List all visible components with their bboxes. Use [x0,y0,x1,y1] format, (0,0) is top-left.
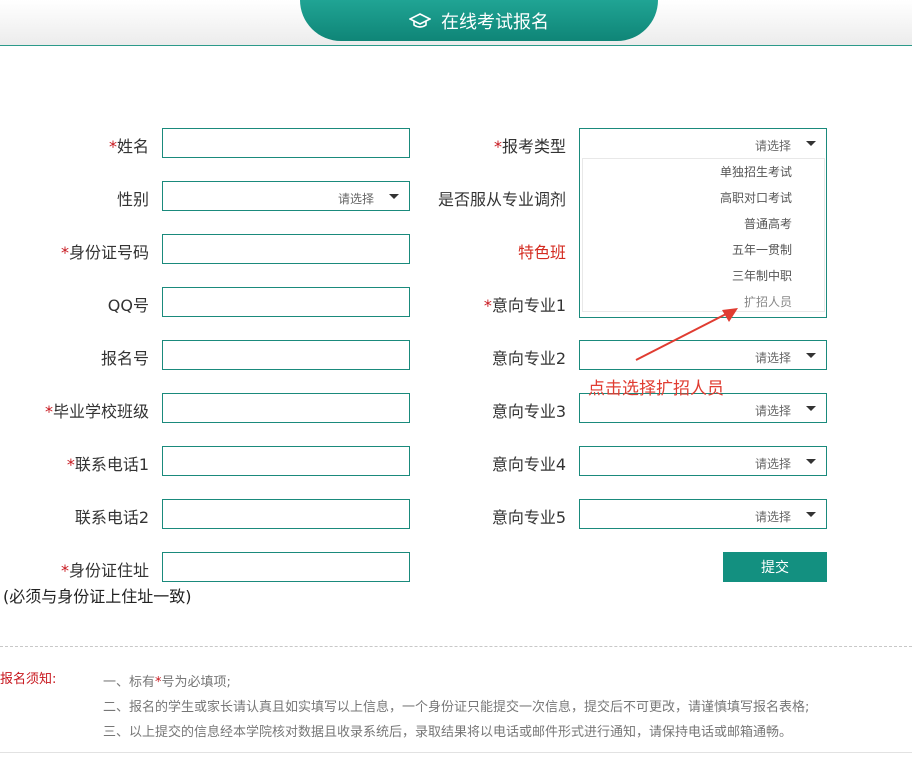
qq-input[interactable] [162,287,410,317]
divider [0,646,912,647]
exam-type-option[interactable]: 五年一贯制 [732,241,792,258]
chevron-down-icon [806,141,816,146]
address-input[interactable] [162,552,410,582]
major2-select-value: 请选择 [754,351,791,365]
gender-select-value: 请选择 [337,192,374,206]
page-title: 在线考试报名 [441,11,549,33]
registration-number-input[interactable] [162,340,410,370]
graduation-cap-icon [409,12,431,28]
special-class-label: 特色班 [517,243,566,262]
obey-adjust-label: 是否服从专业调剂 [437,190,566,209]
title-tab: 在线考试报名 [300,0,658,41]
notice-item-2: 二、报名的学生或家长请认真且如实填写以上信息，一个身份证只能提交一次信息，提交后… [103,700,810,715]
school-class-label: *毕业学校班级 [44,402,149,421]
exam-type-select[interactable]: 请选择 单独招生考试 高职对口考试 普通高考 五年一贯制 三年制中职 扩招人员 [579,128,827,318]
exam-type-option[interactable]: 高职对口考试 [720,189,792,206]
phone2-input[interactable] [162,499,410,529]
exam-type-option-expanded-enrollment[interactable]: 扩招人员 [744,293,792,310]
phone1-input[interactable] [162,446,410,476]
submit-button[interactable]: 提交 [723,552,827,582]
chevron-down-icon [806,512,816,517]
gender-label: 性别 [116,190,149,209]
exam-type-option[interactable]: 单独招生考试 [720,163,792,180]
notice-title: 报名须知: [0,672,57,687]
major1-label: *意向专业1 [483,296,566,315]
annotation-text: 点击选择扩招人员 [588,379,724,399]
gender-select[interactable]: 请选择 [162,181,410,211]
id-number-label: *身份证号码 [60,243,149,262]
qq-label: QQ号 [107,296,149,315]
major5-label: 意向专业5 [491,508,566,527]
phone2-label: 联系电话2 [74,508,149,527]
bottom-divider [0,752,912,753]
major3-label: 意向专业3 [491,402,566,421]
chevron-down-icon [806,406,816,411]
major4-label: 意向专业4 [491,455,566,474]
address-label: *身份证住址 [60,561,149,580]
major4-select-value: 请选择 [754,457,791,471]
phone1-label: *联系电话1 [66,455,149,474]
id-number-input[interactable] [162,234,410,264]
exam-type-options: 单独招生考试 高职对口考试 普通高考 五年一贯制 三年制中职 扩招人员 [582,158,825,312]
major5-select-value: 请选择 [754,510,791,524]
major2-label: 意向专业2 [491,349,566,368]
exam-type-option[interactable]: 普通高考 [744,215,792,232]
address-note: (必须与身份证上住址一致) [3,587,192,606]
exam-type-option[interactable]: 三年制中职 [732,267,792,284]
major5-select[interactable]: 请选择 [579,499,827,529]
registration-number-label: 报名号 [100,349,149,368]
chevron-down-icon [806,353,816,358]
major3-select-value: 请选择 [754,404,791,418]
chevron-down-icon [806,459,816,464]
notice-item-3: 三、以上提交的信息经本学院核对数据且收录系统后，录取结果将以电话或邮件形式进行通… [103,725,793,740]
exam-type-select-value: 请选择 [754,139,791,153]
school-class-input[interactable] [162,393,410,423]
chevron-down-icon [389,194,399,199]
exam-type-label: *报考类型 [493,137,566,156]
name-label: *姓名 [108,137,149,156]
annotation-arrow-icon [635,308,738,361]
name-input[interactable] [162,128,410,158]
notice-item-1: 一、标有*号为必填项; [103,675,231,690]
major4-select[interactable]: 请选择 [579,446,827,476]
